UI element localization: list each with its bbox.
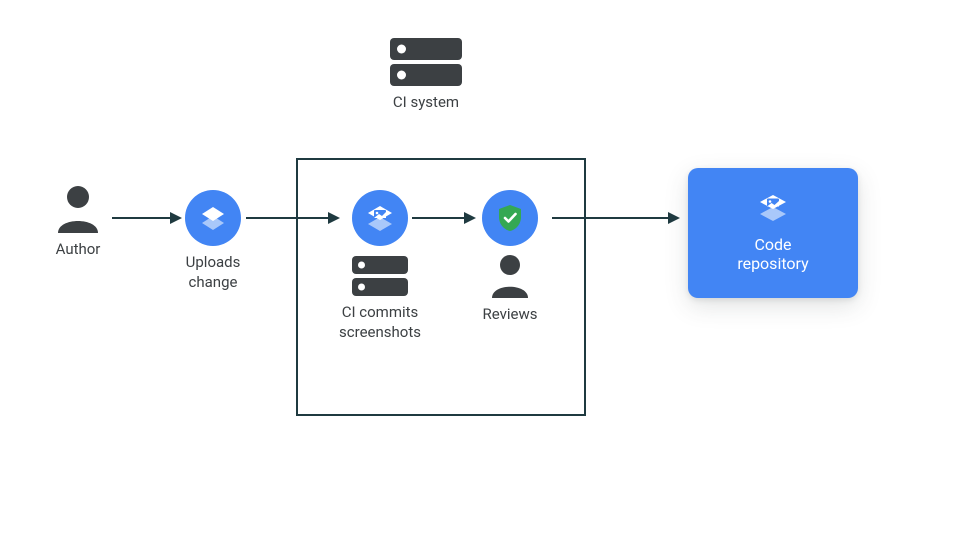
reviews-node: Reviews xyxy=(460,190,560,324)
repo-label: Code repository xyxy=(737,235,808,273)
reviews-label: Reviews xyxy=(483,304,538,324)
shield-check-icon xyxy=(482,190,538,246)
upload-node: Uploads change xyxy=(168,190,258,293)
author-node: Author xyxy=(38,185,118,259)
author-label: Author xyxy=(38,239,118,259)
person-icon xyxy=(490,254,530,298)
layers-picture-icon xyxy=(352,190,408,246)
server-icon xyxy=(376,38,476,86)
server-icon xyxy=(352,256,408,296)
repo-card: Code repository xyxy=(688,168,858,298)
ci-system-label: CI system xyxy=(376,92,476,112)
ci-commit-label: CI commits screenshots xyxy=(339,302,421,343)
person-icon xyxy=(38,185,118,233)
layers-picture-icon xyxy=(758,193,788,227)
ci-system-node: CI system xyxy=(376,38,476,112)
layers-icon xyxy=(185,190,241,246)
upload-label: Uploads change xyxy=(168,252,258,293)
